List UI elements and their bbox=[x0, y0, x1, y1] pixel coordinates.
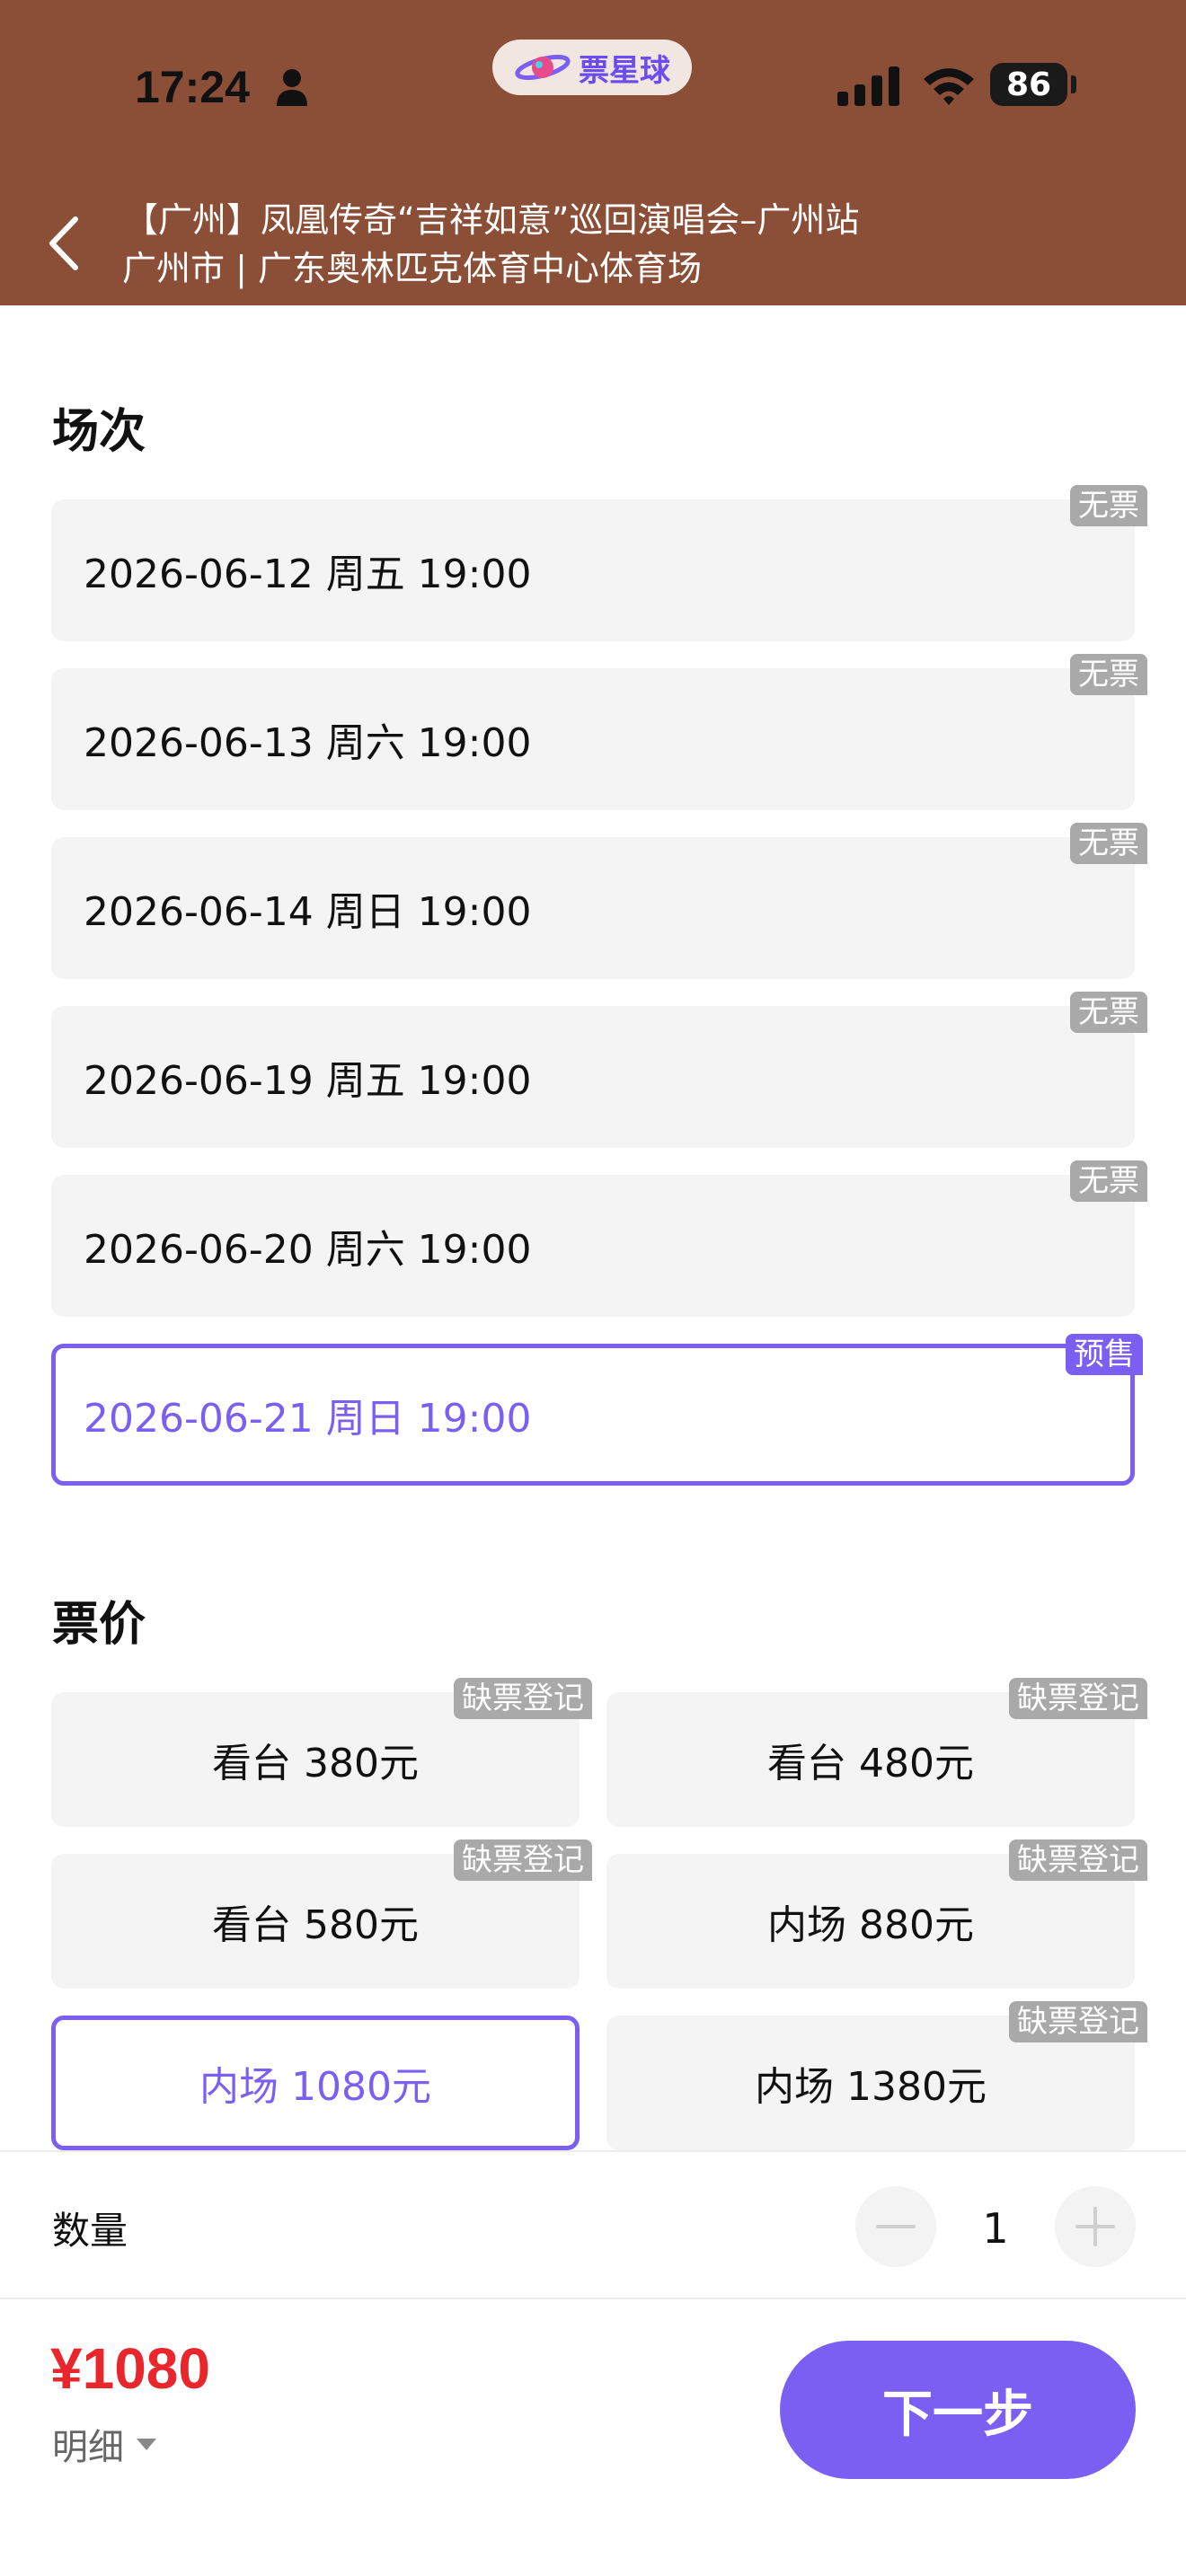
price-option[interactable]: 看台 380元 缺票登记 bbox=[51, 1678, 592, 1827]
waitlist-badge: 缺票登记 bbox=[1009, 2001, 1147, 2042]
price-option[interactable]: 内场 880元 缺票登记 bbox=[606, 1839, 1147, 1989]
divider bbox=[0, 2150, 1186, 2152]
session-label: 2026-06-19 周五 19:00 bbox=[84, 1058, 532, 1104]
session-label: 2026-06-21 周日 19:00 bbox=[84, 1396, 532, 1442]
waitlist-badge: 缺票登记 bbox=[454, 1839, 592, 1881]
event-title: 【广州】凤凰传奇“吉祥如意”巡回演唱会–广州站 bbox=[124, 200, 860, 240]
event-venue: 广州市 | 广东奥林匹克体育中心体育场 bbox=[122, 249, 702, 288]
battery-cap bbox=[1071, 75, 1076, 93]
app-badge: 票星球 bbox=[492, 40, 692, 95]
sold-out-badge: 无票 bbox=[1070, 823, 1147, 864]
status-time: 17:24 bbox=[135, 62, 250, 112]
page-header: 17:24 票星球 86 【广州】凤凰传奇“吉祥如意”巡回演唱会–广州站 广州市… bbox=[0, 0, 1186, 305]
waitlist-badge: 缺票登记 bbox=[1009, 1678, 1147, 1719]
price-label: 内场 1380元 bbox=[755, 2064, 987, 2110]
price-label: 看台 380元 bbox=[212, 1741, 419, 1786]
caret-down-icon bbox=[137, 2438, 156, 2450]
session-option[interactable]: 2026-06-19 周五 19:00 无票 bbox=[51, 992, 1147, 1148]
detail-label: 明细 bbox=[52, 2427, 124, 2468]
app-name: 票星球 bbox=[579, 52, 670, 89]
waitlist-badge: 缺票登记 bbox=[1009, 1839, 1147, 1881]
divider bbox=[0, 2298, 1186, 2299]
session-label: 2026-06-12 周五 19:00 bbox=[84, 551, 532, 597]
price-option-selected[interactable]: 内场 1080元 bbox=[51, 2016, 580, 2150]
price-option[interactable]: 看台 480元 缺票登记 bbox=[606, 1678, 1147, 1827]
cellular-signal-icon bbox=[837, 66, 899, 106]
session-label: 2026-06-13 周六 19:00 bbox=[84, 720, 532, 766]
total-price: ¥1080 bbox=[50, 2336, 210, 2401]
price-label: 内场 1080元 bbox=[199, 2064, 431, 2110]
person-icon bbox=[277, 69, 307, 106]
battery-indicator: 86 bbox=[990, 63, 1067, 106]
plus-icon[interactable] bbox=[1055, 2186, 1136, 2267]
sold-out-badge: 无票 bbox=[1070, 1160, 1147, 1202]
planet-logo-icon bbox=[515, 55, 571, 80]
price-label: 内场 880元 bbox=[767, 1902, 974, 1948]
prices-heading: 票价 bbox=[52, 1598, 146, 1652]
session-option[interactable]: 2026-06-12 周五 19:00 无票 bbox=[51, 485, 1147, 641]
session-option[interactable]: 2026-06-14 周日 19:00 无票 bbox=[51, 823, 1147, 979]
price-option[interactable]: 内场 1380元 缺票登记 bbox=[606, 2001, 1147, 2150]
sold-out-badge: 无票 bbox=[1070, 654, 1147, 695]
price-label: 看台 580元 bbox=[212, 1902, 419, 1948]
price-detail-toggle[interactable]: 明细 bbox=[52, 2418, 156, 2470]
price-option[interactable]: 看台 580元 缺票登记 bbox=[51, 1839, 592, 1989]
session-option[interactable]: 2026-06-13 周六 19:00 无票 bbox=[51, 654, 1147, 810]
sessions-heading: 场次 bbox=[52, 405, 146, 459]
price-label: 看台 480元 bbox=[767, 1741, 974, 1786]
presale-badge: 预售 bbox=[1066, 1334, 1143, 1375]
sold-out-badge: 无票 bbox=[1070, 992, 1147, 1033]
waitlist-badge: 缺票登记 bbox=[454, 1678, 592, 1719]
session-label: 2026-06-14 周日 19:00 bbox=[84, 889, 532, 935]
next-step-button[interactable]: 下一步 bbox=[780, 2341, 1136, 2479]
quantity-label: 数量 bbox=[52, 2209, 128, 2253]
back-chevron-icon[interactable] bbox=[43, 212, 88, 275]
minus-icon[interactable] bbox=[855, 2186, 936, 2267]
session-label: 2026-06-20 周六 19:00 bbox=[84, 1227, 532, 1273]
quantity-value: 1 bbox=[982, 2204, 1009, 2253]
wifi-icon bbox=[924, 68, 974, 105]
sold-out-badge: 无票 bbox=[1070, 485, 1147, 526]
session-option[interactable]: 2026-06-20 周六 19:00 无票 bbox=[51, 1160, 1147, 1317]
session-option-selected[interactable]: 2026-06-21 周日 19:00 预售 bbox=[51, 1334, 1143, 1486]
